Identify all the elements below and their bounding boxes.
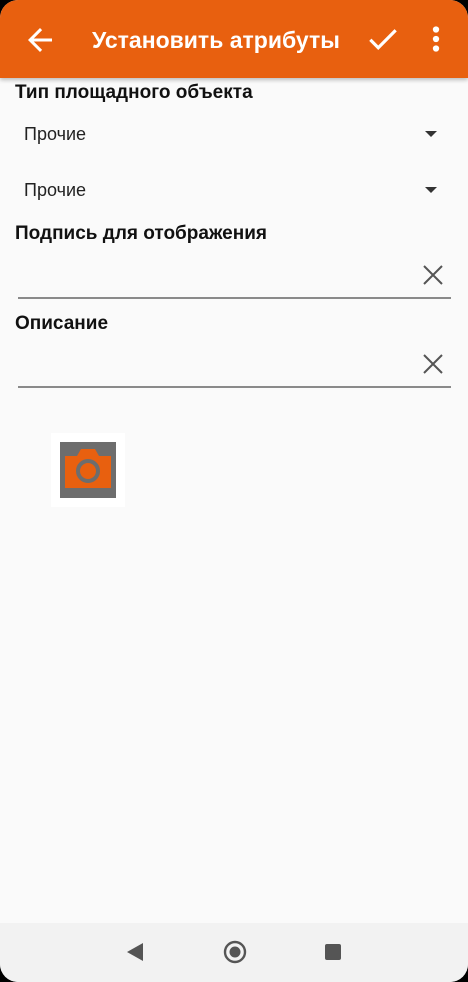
clear-icon[interactable] <box>421 263 445 287</box>
display-caption-field <box>18 253 451 299</box>
nav-home-icon[interactable] <box>222 939 248 965</box>
dropdown-arrow-icon <box>425 131 437 137</box>
area-type-select-2[interactable]: Прочие <box>15 168 445 212</box>
dropdown-arrow-icon <box>425 187 437 193</box>
screen: Установить атрибуты Тип площадного объек… <box>0 0 468 982</box>
area-type-label: Тип площадного объекта <box>15 82 253 103</box>
camera-icon <box>65 449 111 488</box>
description-input[interactable] <box>20 350 404 380</box>
arrow-back-icon[interactable] <box>22 22 58 58</box>
photo-placeholder <box>60 442 116 498</box>
system-nav-bar <box>0 923 468 982</box>
select-value: Прочие <box>24 124 87 144</box>
area-type-select-1[interactable]: Прочие <box>15 112 445 156</box>
more-vert-icon[interactable] <box>424 20 448 58</box>
clear-icon[interactable] <box>421 352 445 376</box>
description-label: Описание <box>15 313 109 334</box>
select-value: Прочие <box>24 180 87 200</box>
display-caption-input[interactable] <box>20 261 404 291</box>
page-title: Установить атрибуты <box>92 27 340 53</box>
display-caption-label: Подпись для отображения <box>15 223 267 244</box>
nav-back-icon[interactable] <box>127 943 143 961</box>
app-bar: Установить атрибуты <box>0 0 468 78</box>
description-field <box>18 342 451 388</box>
nav-recents-icon[interactable] <box>325 944 341 960</box>
check-icon[interactable] <box>364 20 402 58</box>
add-photo-button[interactable] <box>51 433 125 507</box>
